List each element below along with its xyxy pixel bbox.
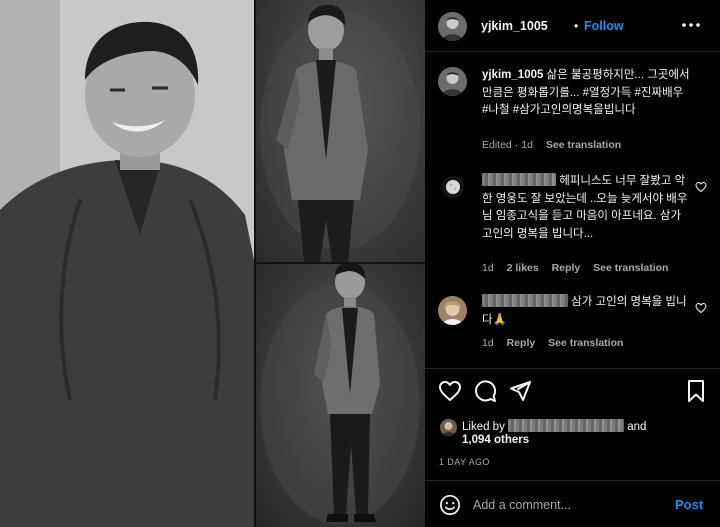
redacted-username[interactable]	[482, 173, 556, 186]
reply-button[interactable]: Reply	[552, 262, 581, 274]
caption-text: yjkim_1005 삶은 불공평하지만... 그곳에서 만큼은 평화롭기를..…	[482, 67, 690, 120]
separator-dot: •	[574, 19, 579, 33]
caption-avatar[interactable]	[438, 67, 467, 96]
author-avatar[interactable]	[438, 12, 467, 41]
see-translation-link[interactable]: See translation	[546, 139, 621, 151]
edited-label: Edited	[482, 139, 512, 151]
emoji-icon[interactable]	[439, 494, 461, 516]
follow-button[interactable]: Follow	[584, 19, 624, 33]
liker-avatar[interactable]	[440, 419, 457, 436]
others-count[interactable]: 1,094 others	[462, 434, 529, 446]
caption-meta: Edited · 1d See translation	[482, 139, 631, 151]
comment-likes[interactable]: 2 likes	[507, 262, 539, 274]
commenter-avatar[interactable]	[442, 176, 464, 198]
liked-by-label: Liked by	[462, 421, 505, 433]
add-comment-bar: Post	[425, 480, 720, 527]
redacted-liker-username[interactable]	[508, 419, 625, 432]
comment-age: 1d	[482, 262, 494, 274]
more-horizontal-icon[interactable]	[680, 15, 702, 35]
comment-bubble-icon[interactable]	[473, 379, 497, 403]
reply-button[interactable]: Reply	[507, 337, 536, 349]
main-portrait-photo	[0, 0, 254, 527]
commenter-avatar[interactable]	[438, 296, 467, 325]
post-comment-button[interactable]: Post	[675, 497, 703, 512]
standing-portrait-photo-bottom	[256, 264, 425, 527]
comment-age: 1d	[482, 337, 494, 349]
comments-list[interactable]: yjkim_1005 삶은 불공평하지만... 그곳에서 만큼은 평화롭기를..…	[425, 53, 720, 368]
comment-text: 헤피니스도 너무 잘봤고 악한 영웅도 잘 보았는데 ..오늘 늦게서야 배우님…	[482, 173, 690, 243]
see-translation-link[interactable]: See translation	[593, 262, 668, 274]
comment-text: 삼가 고인의 명복을 빕니다🙏	[482, 294, 690, 329]
post-media[interactable]	[0, 0, 425, 527]
post-date[interactable]: 1 DAY AGO	[439, 457, 490, 467]
post-header: yjkim_1005 • Follow	[425, 0, 720, 52]
see-translation-link[interactable]: See translation	[548, 337, 623, 349]
share-send-icon[interactable]	[508, 379, 532, 403]
caption-username[interactable]: yjkim_1005	[482, 69, 543, 81]
comment-meta: 1d Reply See translation	[482, 337, 633, 349]
author-username[interactable]: yjkim_1005	[481, 19, 548, 33]
like-comment-heart-icon[interactable]	[695, 302, 707, 314]
add-comment-input[interactable]	[473, 493, 663, 517]
post-actions: Liked by and 1,094 others 1 DAY AGO	[425, 368, 720, 478]
save-bookmark-icon[interactable]	[684, 379, 708, 403]
post-details-panel: yjkim_1005 • Follow yjkim_1005 삶은 불공평하지만…	[425, 0, 720, 527]
like-heart-icon[interactable]	[438, 379, 462, 403]
liked-and-label: and	[627, 421, 647, 433]
redacted-username[interactable]	[482, 294, 568, 307]
meta-sep: ·	[514, 139, 519, 151]
caption-age: 1d	[521, 139, 533, 151]
liked-by-line: Liked by and	[462, 419, 646, 433]
standing-portrait-photo-top	[256, 0, 425, 262]
like-comment-heart-icon[interactable]	[695, 181, 707, 193]
comment-meta: 1d 2 likes Reply See translation	[482, 262, 678, 274]
